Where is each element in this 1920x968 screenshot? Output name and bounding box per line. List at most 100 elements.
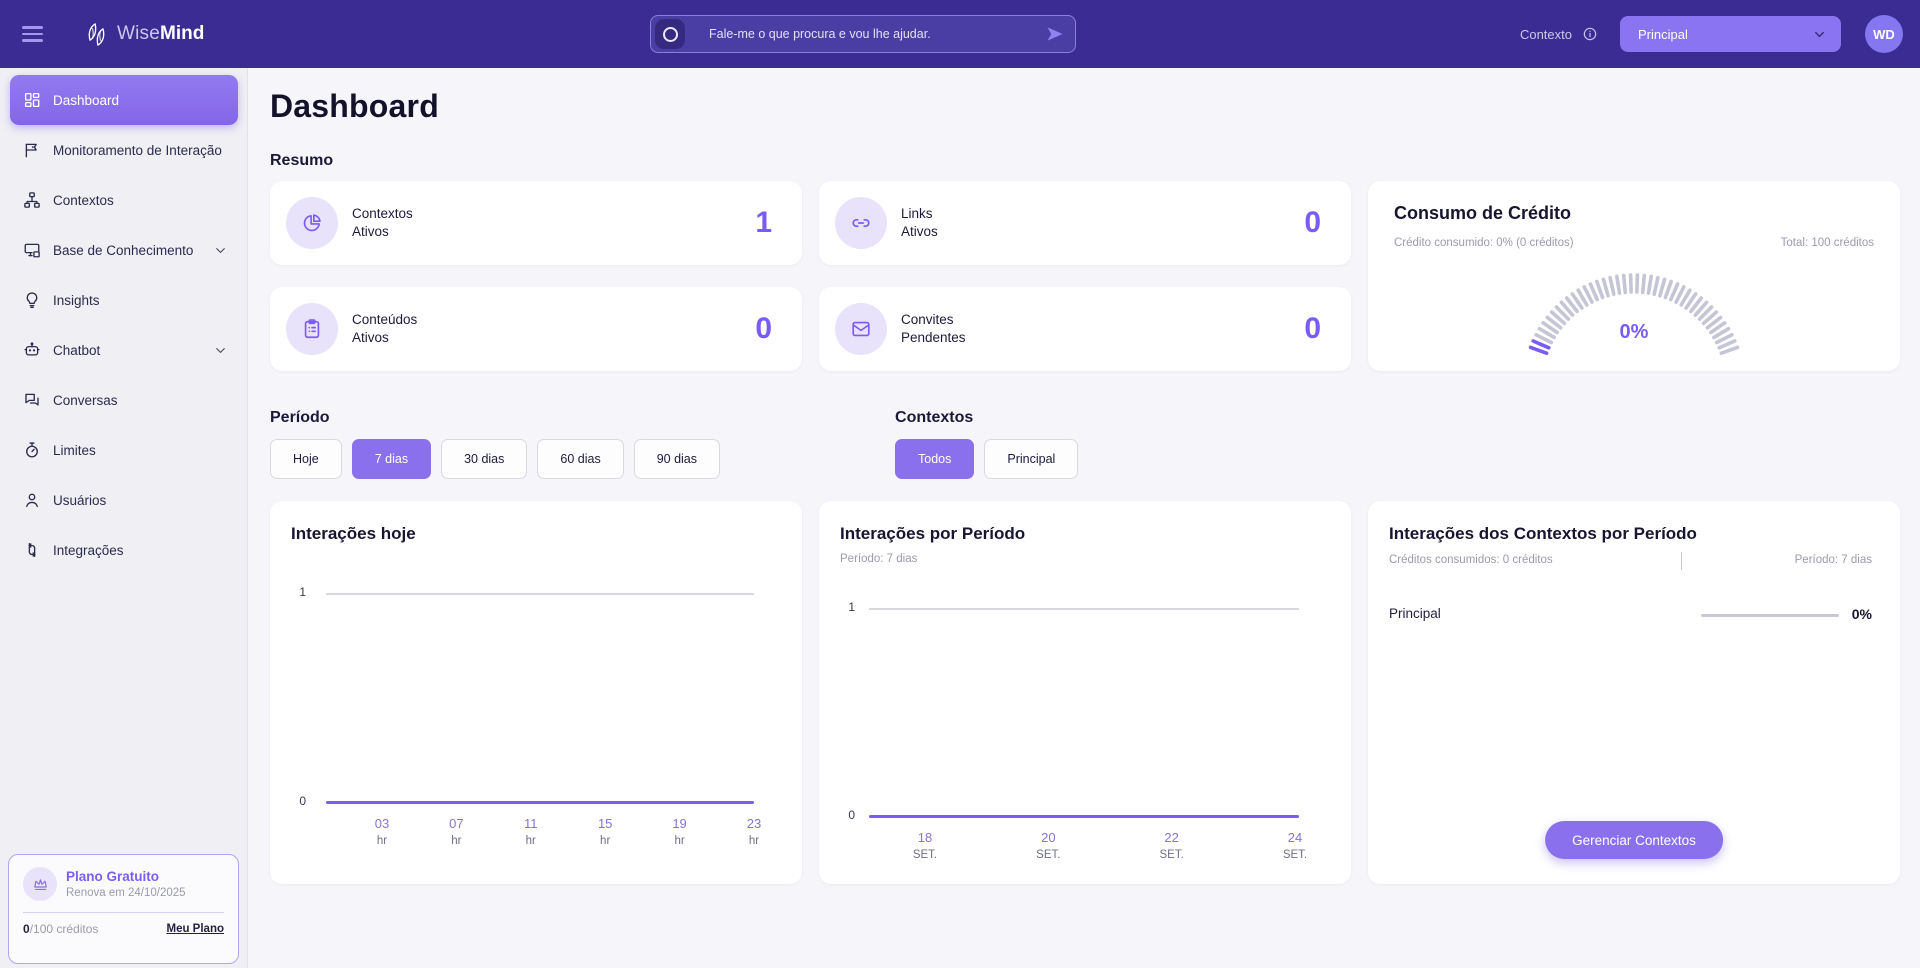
plan-name: Plano Gratuito [66,869,186,884]
x-axis-label: 20 SET. [1030,830,1066,861]
pie-chart-icon [286,197,338,249]
context-selector-value: Principal [1638,27,1688,42]
my-plan-link[interactable]: Meu Plano [166,923,224,935]
sidebar-item-limites[interactable]: Limites [10,425,238,475]
x-axis-label: 19 hr [662,816,698,847]
period-option-60-dias[interactable]: 60 dias [537,439,623,479]
context-interactions-chart: Interações dos Contextos por Período Cré… [1368,501,1900,884]
assistant-input[interactable] [709,27,1045,41]
contexts-heading: Contextos [895,409,1078,427]
context-selector-dropdown[interactable]: Principal [1620,16,1841,52]
x-axis: 03 hr 07 hr 11 hr 15 hr 19 hr 23 hr [364,816,772,847]
summary-heading: Resumo [270,152,1900,170]
credit-card-title: Consumo de Crédito [1394,203,1571,224]
brand-logo: WiseMind [83,21,204,48]
sidebar-item-conversas[interactable]: Conversas [10,375,238,425]
stat-card-convites-pendentes: Convites Pendentes 0 [819,287,1351,371]
period-note: Período: 7 dias [1795,554,1872,566]
send-icon [1045,24,1065,44]
x-axis-label: 23 hr [736,816,772,847]
user-icon [23,491,41,509]
divider [1681,552,1682,570]
chart-title: Interações hoje [291,524,416,544]
manage-contexts-button[interactable]: Gerenciar Contextos [1545,821,1723,859]
y-axis-tick: 0 [819,808,855,822]
chevron-down-icon [213,243,228,258]
context-option-todos[interactable]: Todos [895,439,974,479]
assistant-orb-icon [655,19,685,49]
chevron-down-icon [213,343,228,358]
period-option-7-dias[interactable]: 7 dias [352,439,431,479]
context-option-principal[interactable]: Principal [984,439,1078,479]
gridline [869,608,1299,610]
interactions-period-chart: Interações por Período Período: 7 dias 1… [819,501,1351,884]
info-icon[interactable] [1582,26,1598,42]
period-option-30-dias[interactable]: 30 dias [441,439,527,479]
charts-grid: Interações hoje 1 0 03 hr 07 hr 11 hr 15… [270,501,1900,884]
assistant-search-bar [650,15,1076,53]
send-button[interactable] [1045,24,1065,44]
stat-card-conteudos-ativos: Conteúdos Ativos 0 [270,287,802,371]
page-title: Dashboard [270,88,1900,125]
sidebar: Dashboard Monitoramento de Interação Con… [0,68,248,968]
dashboard-grid-icon [23,91,41,109]
context-filter: Contextos TodosPrincipal [895,409,1078,479]
crown-icon [23,867,57,901]
stat-value: 1 [755,206,772,240]
plan-renewal-date: Renova em 24/10/2025 [66,887,186,899]
period-heading: Período [270,409,720,427]
plan-credits: 0/100 créditos [23,922,98,936]
credit-total-note: Total: 100 créditos [1781,237,1874,249]
plan-card: Plano Gratuito Renova em 24/10/2025 0/10… [8,854,239,964]
sidebar-item-integracoes[interactable]: Integrações [10,525,238,575]
integration-arrows-icon [23,541,41,559]
x-axis-label: 24 SET. [1277,830,1313,861]
sidebar-item-contextos[interactable]: Contextos [10,175,238,225]
y-axis-tick: 1 [819,600,855,614]
sidebar-item-insights[interactable]: Insights [10,275,238,325]
x-axis-label: 11 hr [513,816,549,847]
stat-card-contextos-ativos: Contextos Ativos 1 [270,181,802,265]
y-axis-tick: 1 [270,585,306,599]
interactions-today-chart: Interações hoje 1 0 03 hr 07 hr 11 hr 15… [270,501,802,884]
context-label: Contexto [1520,27,1572,42]
sidebar-nav: Dashboard Monitoramento de Interação Con… [0,68,247,575]
context-progress-row: Principal 0% [1389,605,1872,625]
hamburger-menu-button[interactable] [16,20,49,48]
brand-name-light: Wise [117,23,160,44]
data-line-zero [326,801,754,804]
data-line-zero [869,815,1299,818]
top-bar: WiseMind Contexto Principal WD [0,0,1920,68]
main-content: Dashboard Resumo Contextos Ativos 1 Link… [248,68,1920,968]
progress-percent: 0% [1852,606,1872,622]
chart-title: Interações por Período [840,524,1025,544]
period-filter: Período Hoje7 dias30 dias60 dias 90 dias [270,409,720,479]
stopwatch-icon [23,441,41,459]
stat-value: 0 [755,312,772,346]
user-avatar[interactable]: WD [1865,15,1903,53]
sidebar-item-chatbot[interactable]: Chatbot [10,325,238,375]
sidebar-item-usuarios[interactable]: Usuários [10,475,238,525]
interaction-monitor-icon [23,141,41,159]
x-axis-label: 18 SET. [907,830,943,861]
chevron-down-icon [1812,27,1827,42]
envelope-icon [835,303,887,355]
credits-consumed-note: Créditos consumidos: 0 créditos [1389,554,1553,566]
sidebar-item-base-conhecimento[interactable]: Base de Conhecimento [10,225,238,275]
credit-consumed-note: Crédito consumido: 0% (0 créditos) [1394,237,1574,249]
chart-title: Interações dos Contextos por Período [1389,524,1697,544]
clipboard-icon [286,303,338,355]
y-axis-tick: 0 [270,794,306,808]
lightbulb-icon [23,291,41,309]
sidebar-item-monitoramento[interactable]: Monitoramento de Interação [10,125,238,175]
chat-bubbles-icon [23,391,41,409]
x-axis: 18 SET. 20 SET. 22 SET. 24 SET. [907,830,1313,861]
gridline [326,593,754,595]
summary-grid: Contextos Ativos 1 Links Ativos 0 Conteú… [270,181,1900,371]
brand-name-bold: Mind [160,23,204,44]
period-option-hoje[interactable]: Hoje [270,439,342,479]
period-option-90-dias[interactable]: 90 dias [634,439,720,479]
sidebar-item-dashboard[interactable]: Dashboard [10,75,238,125]
knowledge-screen-icon [23,241,41,259]
stat-value: 0 [1304,206,1321,240]
